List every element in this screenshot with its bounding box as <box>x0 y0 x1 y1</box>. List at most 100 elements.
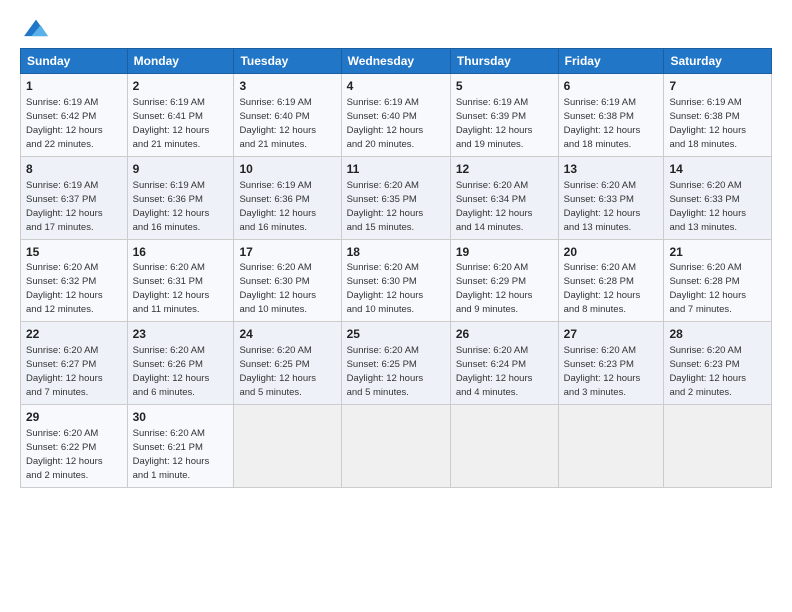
day-number: 14 <box>669 161 766 178</box>
day-number: 18 <box>347 244 445 261</box>
day-number: 29 <box>26 409 122 426</box>
day-info: Sunrise: 6:20 AM Sunset: 6:21 PM Dayligh… <box>133 428 210 481</box>
day-cell: 23 Sunrise: 6:20 AM Sunset: 6:26 PM Dayli… <box>127 322 234 405</box>
day-cell: 18Sunrise: 6:20 AM Sunset: 6:30 PM Dayli… <box>341 239 450 322</box>
day-number: 17 <box>239 244 335 261</box>
day-info: Sunrise: 6:20 AM Sunset: 6:24 PM Dayligh… <box>456 345 533 398</box>
day-info: Sunrise: 6:20 AM Sunset: 6:23 PM Dayligh… <box>564 345 641 398</box>
day-cell: 15Sunrise: 6:20 AM Sunset: 6:32 PM Dayli… <box>21 239 128 322</box>
day-cell: 24 Sunrise: 6:20 AM Sunset: 6:25 PM Dayli… <box>234 322 341 405</box>
logo <box>20 16 50 38</box>
day-cell <box>450 405 558 488</box>
day-number: 30 <box>133 409 229 426</box>
day-cell: 4 Sunrise: 6:19 AM Sunset: 6:40 PM Daylig… <box>341 74 450 157</box>
day-number: 12 <box>456 161 553 178</box>
day-cell: 21Sunrise: 6:20 AM Sunset: 6:28 PM Dayli… <box>664 239 772 322</box>
col-header-wednesday: Wednesday <box>341 49 450 74</box>
day-cell: 11 Sunrise: 6:20 AM Sunset: 6:35 PM Dayli… <box>341 156 450 239</box>
day-number: 26 <box>456 326 553 343</box>
day-cell <box>341 405 450 488</box>
day-info: Sunrise: 6:19 AM Sunset: 6:37 PM Dayligh… <box>26 180 103 233</box>
header-row: SundayMondayTuesdayWednesdayThursdayFrid… <box>21 49 772 74</box>
day-info: Sunrise: 6:19 AM Sunset: 6:38 PM Dayligh… <box>564 97 641 150</box>
day-info: Sunrise: 6:20 AM Sunset: 6:31 PM Dayligh… <box>133 262 210 315</box>
day-cell: 25 Sunrise: 6:20 AM Sunset: 6:25 PM Dayli… <box>341 322 450 405</box>
week-row: 1Sunrise: 6:19 AM Sunset: 6:42 PM Daylig… <box>21 74 772 157</box>
day-info: Sunrise: 6:20 AM Sunset: 6:35 PM Dayligh… <box>347 180 424 233</box>
calendar-table: SundayMondayTuesdayWednesdayThursdayFrid… <box>20 48 772 488</box>
day-number: 11 <box>347 161 445 178</box>
day-info: Sunrise: 6:20 AM Sunset: 6:33 PM Dayligh… <box>669 180 746 233</box>
col-header-thursday: Thursday <box>450 49 558 74</box>
day-number: 9 <box>133 161 229 178</box>
day-number: 16 <box>133 244 229 261</box>
day-number: 4 <box>347 78 445 95</box>
day-cell: 14 Sunrise: 6:20 AM Sunset: 6:33 PM Dayli… <box>664 156 772 239</box>
day-number: 20 <box>564 244 659 261</box>
day-cell: 6 Sunrise: 6:19 AM Sunset: 6:38 PM Daylig… <box>558 74 664 157</box>
week-row: 22 Sunrise: 6:20 AM Sunset: 6:27 PM Dayli… <box>21 322 772 405</box>
day-cell: 12 Sunrise: 6:20 AM Sunset: 6:34 PM Dayli… <box>450 156 558 239</box>
day-info: Sunrise: 6:19 AM Sunset: 6:41 PM Dayligh… <box>133 97 210 150</box>
day-cell: 2Sunrise: 6:19 AM Sunset: 6:41 PM Daylig… <box>127 74 234 157</box>
day-number: 27 <box>564 326 659 343</box>
day-cell <box>664 405 772 488</box>
day-cell: 29 Sunrise: 6:20 AM Sunset: 6:22 PM Dayli… <box>21 405 128 488</box>
day-cell: 22 Sunrise: 6:20 AM Sunset: 6:27 PM Dayli… <box>21 322 128 405</box>
day-cell: 1Sunrise: 6:19 AM Sunset: 6:42 PM Daylig… <box>21 74 128 157</box>
day-cell: 10Sunrise: 6:19 AM Sunset: 6:36 PM Dayli… <box>234 156 341 239</box>
day-info: Sunrise: 6:20 AM Sunset: 6:25 PM Dayligh… <box>347 345 424 398</box>
day-info: Sunrise: 6:19 AM Sunset: 6:42 PM Dayligh… <box>26 97 103 150</box>
day-number: 3 <box>239 78 335 95</box>
day-info: Sunrise: 6:19 AM Sunset: 6:36 PM Dayligh… <box>239 180 316 233</box>
day-info: Sunrise: 6:20 AM Sunset: 6:25 PM Dayligh… <box>239 345 316 398</box>
day-info: Sunrise: 6:20 AM Sunset: 6:28 PM Dayligh… <box>564 262 641 315</box>
day-number: 22 <box>26 326 122 343</box>
day-cell: 9 Sunrise: 6:19 AM Sunset: 6:36 PM Daylig… <box>127 156 234 239</box>
col-header-sunday: Sunday <box>21 49 128 74</box>
day-cell: 20Sunrise: 6:20 AM Sunset: 6:28 PM Dayli… <box>558 239 664 322</box>
day-info: Sunrise: 6:19 AM Sunset: 6:40 PM Dayligh… <box>239 97 316 150</box>
day-cell: 7Sunrise: 6:19 AM Sunset: 6:38 PM Daylig… <box>664 74 772 157</box>
day-number: 8 <box>26 161 122 178</box>
day-info: Sunrise: 6:20 AM Sunset: 6:33 PM Dayligh… <box>564 180 641 233</box>
day-info: Sunrise: 6:20 AM Sunset: 6:23 PM Dayligh… <box>669 345 746 398</box>
col-header-monday: Monday <box>127 49 234 74</box>
col-header-saturday: Saturday <box>664 49 772 74</box>
day-number: 15 <box>26 244 122 261</box>
day-number: 7 <box>669 78 766 95</box>
week-row: 29 Sunrise: 6:20 AM Sunset: 6:22 PM Dayli… <box>21 405 772 488</box>
day-info: Sunrise: 6:20 AM Sunset: 6:29 PM Dayligh… <box>456 262 533 315</box>
day-info: Sunrise: 6:19 AM Sunset: 6:40 PM Dayligh… <box>347 97 424 150</box>
col-header-tuesday: Tuesday <box>234 49 341 74</box>
day-info: Sunrise: 6:20 AM Sunset: 6:30 PM Dayligh… <box>239 262 316 315</box>
day-info: Sunrise: 6:20 AM Sunset: 6:30 PM Dayligh… <box>347 262 424 315</box>
day-cell: 28 Sunrise: 6:20 AM Sunset: 6:23 PM Dayli… <box>664 322 772 405</box>
day-number: 21 <box>669 244 766 261</box>
day-number: 25 <box>347 326 445 343</box>
day-info: Sunrise: 6:20 AM Sunset: 6:32 PM Dayligh… <box>26 262 103 315</box>
day-number: 28 <box>669 326 766 343</box>
page: SundayMondayTuesdayWednesdayThursdayFrid… <box>0 0 792 498</box>
day-cell: 26 Sunrise: 6:20 AM Sunset: 6:24 PM Dayli… <box>450 322 558 405</box>
day-info: Sunrise: 6:19 AM Sunset: 6:39 PM Dayligh… <box>456 97 533 150</box>
header <box>20 16 772 38</box>
day-number: 23 <box>133 326 229 343</box>
week-row: 8 Sunrise: 6:19 AM Sunset: 6:37 PM Daylig… <box>21 156 772 239</box>
week-row: 15Sunrise: 6:20 AM Sunset: 6:32 PM Dayli… <box>21 239 772 322</box>
day-cell: 27 Sunrise: 6:20 AM Sunset: 6:23 PM Dayli… <box>558 322 664 405</box>
day-info: Sunrise: 6:20 AM Sunset: 6:22 PM Dayligh… <box>26 428 103 481</box>
day-info: Sunrise: 6:20 AM Sunset: 6:28 PM Dayligh… <box>669 262 746 315</box>
day-cell: 8 Sunrise: 6:19 AM Sunset: 6:37 PM Daylig… <box>21 156 128 239</box>
col-header-friday: Friday <box>558 49 664 74</box>
day-info: Sunrise: 6:20 AM Sunset: 6:27 PM Dayligh… <box>26 345 103 398</box>
day-info: Sunrise: 6:19 AM Sunset: 6:36 PM Dayligh… <box>133 180 210 233</box>
day-info: Sunrise: 6:20 AM Sunset: 6:26 PM Dayligh… <box>133 345 210 398</box>
day-cell: 30 Sunrise: 6:20 AM Sunset: 6:21 PM Dayli… <box>127 405 234 488</box>
day-cell: 13Sunrise: 6:20 AM Sunset: 6:33 PM Dayli… <box>558 156 664 239</box>
day-info: Sunrise: 6:20 AM Sunset: 6:34 PM Dayligh… <box>456 180 533 233</box>
day-number: 6 <box>564 78 659 95</box>
day-cell: 16Sunrise: 6:20 AM Sunset: 6:31 PM Dayli… <box>127 239 234 322</box>
day-number: 24 <box>239 326 335 343</box>
day-number: 19 <box>456 244 553 261</box>
